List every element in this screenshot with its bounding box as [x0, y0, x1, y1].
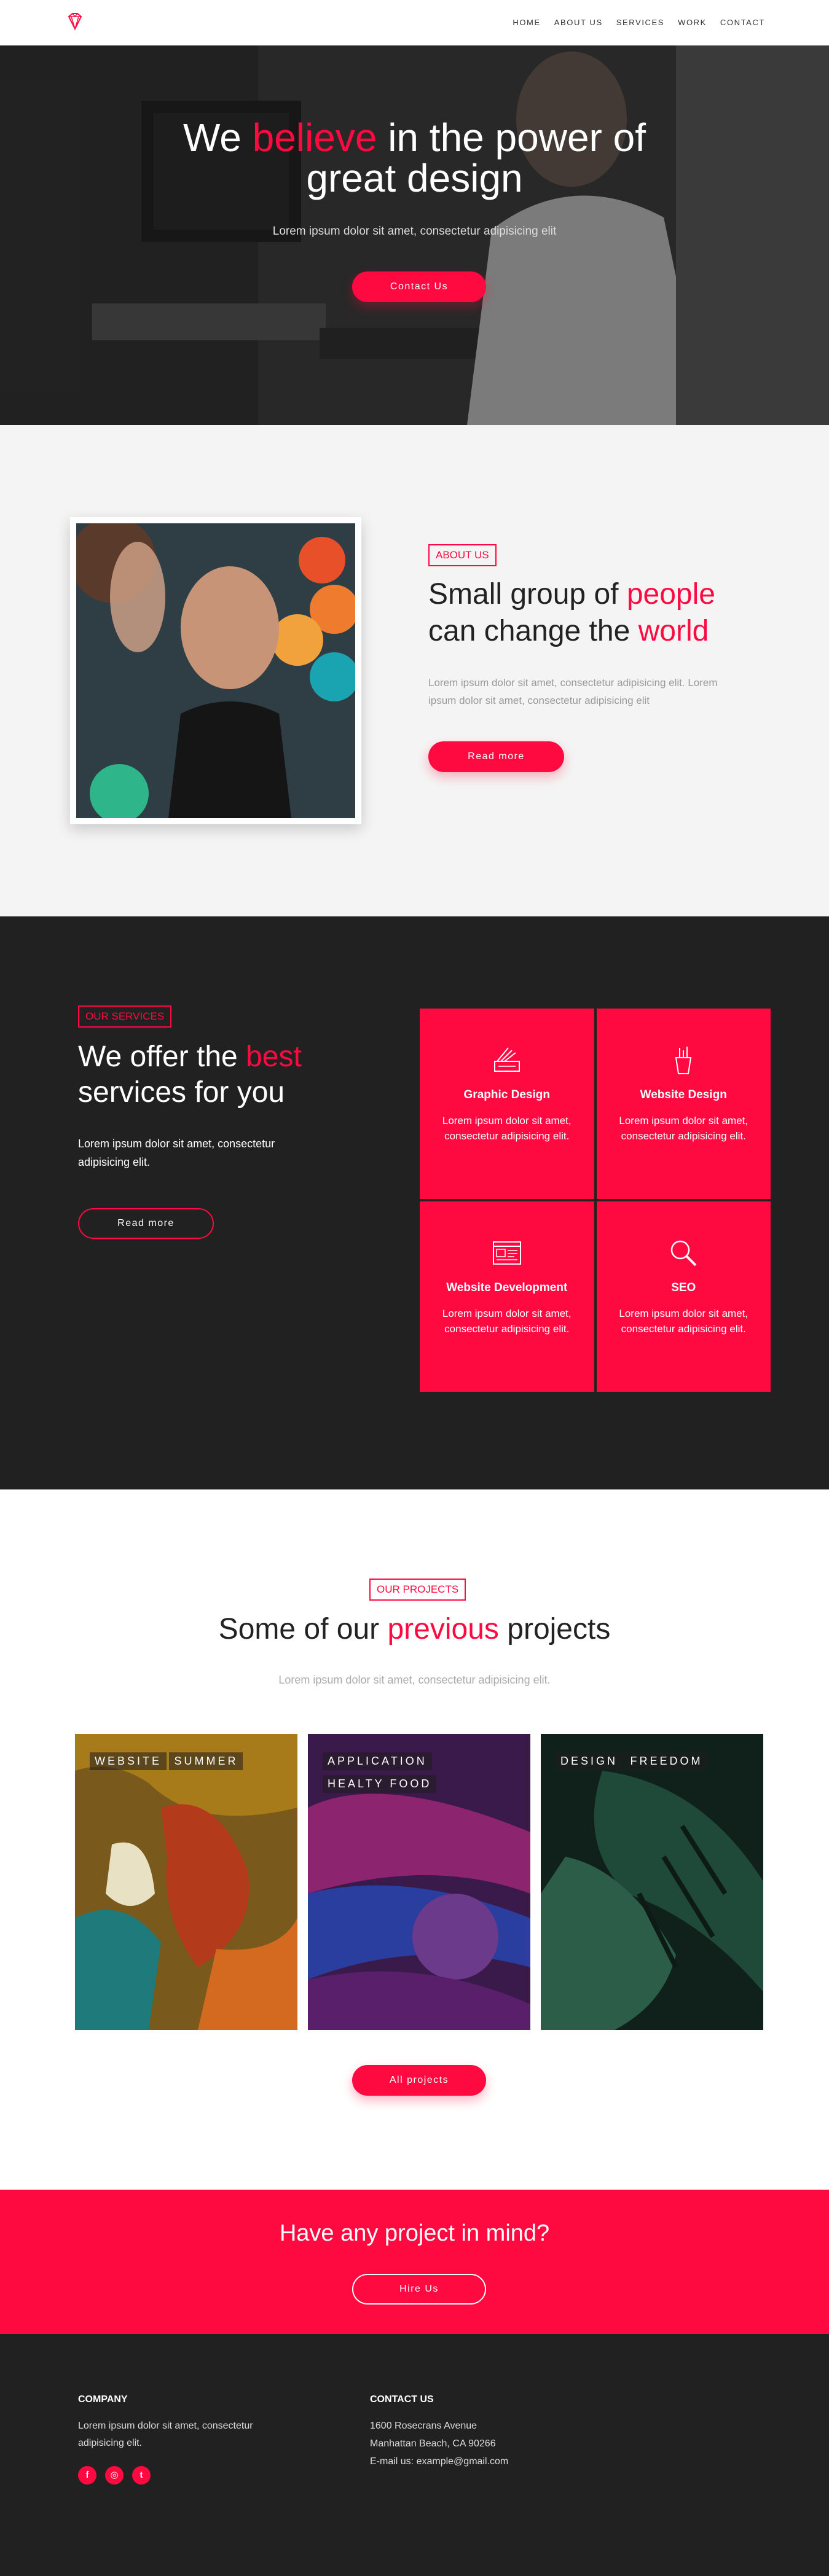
hero-title-part2: in the power of — [377, 115, 646, 160]
services-section: OUR SERVICES We offer the best services … — [0, 916, 829, 1489]
about-title-accent1: people — [626, 578, 715, 611]
project-label: APPLICATION HEALTY FOOD — [323, 1752, 437, 1798]
footer-email[interactable]: E-mail us: example@gmail.com — [370, 2453, 508, 2470]
project-label-2: HEALTY FOOD — [323, 1775, 437, 1793]
instagram-icon[interactable]: ◎ — [105, 2466, 124, 2484]
services-title-p2: services for you — [78, 1076, 285, 1109]
services-grid: Graphic Design Lorem ipsum dolor sit ame… — [420, 1009, 771, 1392]
nav-link-work[interactable]: WORK — [678, 18, 707, 27]
project-label: WEBSITE SUMMER — [90, 1752, 243, 1775]
about-text: Lorem ipsum dolor sit amet, consectetur … — [428, 677, 718, 706]
contact-us-button[interactable]: Contact Us — [352, 271, 486, 302]
project-label-1: WEBSITE — [90, 1752, 167, 1770]
about-read-more-button[interactable]: Read more — [428, 741, 564, 772]
nav-link-about[interactable]: ABOUT US — [554, 18, 603, 27]
service-desc: Lorem ipsum dolor sit amet, consectetur … — [619, 1308, 748, 1335]
footer-address-1: 1600 Rosecrans Avenue — [370, 2421, 477, 2431]
facebook-icon[interactable]: f — [78, 2466, 96, 2484]
project-card-website-summer[interactable]: WEBSITE SUMMER — [75, 1734, 297, 2030]
about-photo — [76, 523, 355, 818]
nav-link-home[interactable]: HOME — [513, 18, 540, 27]
service-title: Website Design — [640, 1088, 727, 1101]
service-title: Website Development — [446, 1281, 568, 1294]
hire-us-button[interactable]: Hire Us — [352, 2274, 486, 2305]
twitter-icon[interactable]: t — [132, 2466, 151, 2484]
nav-link-contact[interactable]: CONTACT — [720, 18, 765, 27]
cta-title: Have any project in mind? — [279, 2220, 550, 2246]
project-card-design-freedom[interactable]: DESIGN FREEDOM — [541, 1734, 763, 2030]
projects-title-p1: Some of our — [218, 1613, 388, 1645]
website-layout-icon — [492, 1241, 521, 1265]
diamond-logo[interactable] — [64, 10, 86, 33]
nav-links: HOME ABOUT US SERVICES WORK CONTACT — [513, 18, 765, 27]
service-desc: Lorem ipsum dolor sit amet, consectetur … — [619, 1115, 748, 1142]
about-title-accent2: world — [638, 615, 709, 647]
projects-tag: OUR PROJECTS — [369, 1579, 466, 1601]
footer-address-2: Manhattan Beach, CA 90266 — [370, 2438, 496, 2449]
hero-section: We believe in the power of great design … — [0, 45, 829, 425]
magnifier-icon — [671, 1240, 697, 1267]
hero-title-part1: We — [183, 115, 253, 160]
about-title: Small group of people can change the wor… — [428, 576, 715, 650]
palette-icon — [493, 1047, 520, 1072]
footer-contact-heading: CONTACT US — [370, 2394, 434, 2405]
about-title-p1: Small group of — [428, 578, 627, 611]
cta-section: Have any project in mind? Hire Us — [0, 2190, 829, 2334]
project-label-2: FREEDOM — [625, 1752, 708, 1770]
project-label-1: APPLICATION — [323, 1752, 432, 1770]
project-image — [541, 1734, 763, 2030]
projects-title-accent: previous — [387, 1613, 499, 1645]
about-photo-frame — [70, 517, 361, 824]
project-image — [75, 1734, 297, 2030]
project-label-2: SUMMER — [169, 1752, 243, 1770]
nav-link-services[interactable]: SERVICES — [616, 18, 664, 27]
all-projects-button[interactable]: All projects — [352, 2065, 486, 2096]
about-title-p2: can change the — [428, 615, 638, 647]
service-card-website-design[interactable]: Website Design Lorem ipsum dolor sit ame… — [596, 1009, 771, 1199]
services-text: Lorem ipsum dolor sit amet, consectetur … — [78, 1138, 275, 1168]
services-title-p1: We offer the — [78, 1040, 246, 1073]
service-desc: Lorem ipsum dolor sit amet, consectetur … — [442, 1115, 572, 1142]
project-label-1: DESIGN — [556, 1752, 623, 1770]
about-section: ABOUT US Small group of people can chang… — [0, 425, 829, 916]
services-tag: OUR SERVICES — [78, 1005, 172, 1028]
service-desc: Lorem ipsum dolor sit amet, consectetur … — [442, 1308, 572, 1335]
hero-subtitle: Lorem ipsum dolor sit amet, consectetur … — [272, 225, 557, 238]
hero-title-line2: great design — [306, 156, 523, 200]
footer: COMPANY Lorem ipsum dolor sit amet, cons… — [0, 2334, 829, 2576]
footer-company-heading: COMPANY — [78, 2394, 128, 2405]
pencil-cup-icon — [675, 1047, 692, 1074]
footer-company-text: Lorem ipsum dolor sit amet, consectetur … — [78, 2421, 253, 2448]
service-title: Graphic Design — [463, 1088, 550, 1101]
hero-title: We believe in the power of great design — [0, 117, 829, 198]
project-card-application-healty-food[interactable]: APPLICATION HEALTY FOOD — [308, 1734, 530, 2030]
services-title: We offer the best services for you — [78, 1039, 302, 1110]
projects-title: Some of our previous projects — [0, 1612, 829, 1646]
services-title-accent: best — [246, 1040, 302, 1073]
service-card-graphic-design[interactable]: Graphic Design Lorem ipsum dolor sit ame… — [420, 1009, 594, 1199]
projects-section: OUR PROJECTS Some of our previous projec… — [0, 1489, 829, 2190]
services-read-more-button[interactable]: Read more — [78, 1208, 214, 1239]
service-card-seo[interactable]: SEO Lorem ipsum dolor sit amet, consecte… — [596, 1201, 771, 1392]
social-links: f ◎ t — [78, 2466, 151, 2484]
hero-title-accent: believe — [252, 115, 377, 160]
projects-title-p2: projects — [498, 1613, 611, 1645]
service-card-website-development[interactable]: Website Development Lorem ipsum dolor si… — [420, 1201, 594, 1392]
project-label: DESIGN FREEDOM — [556, 1752, 708, 1775]
service-title: SEO — [671, 1281, 696, 1294]
projects-subtitle: Lorem ipsum dolor sit amet, consectetur … — [278, 1674, 551, 1686]
about-tag: ABOUT US — [428, 544, 497, 566]
top-navbar: HOME ABOUT US SERVICES WORK CONTACT — [0, 0, 829, 45]
